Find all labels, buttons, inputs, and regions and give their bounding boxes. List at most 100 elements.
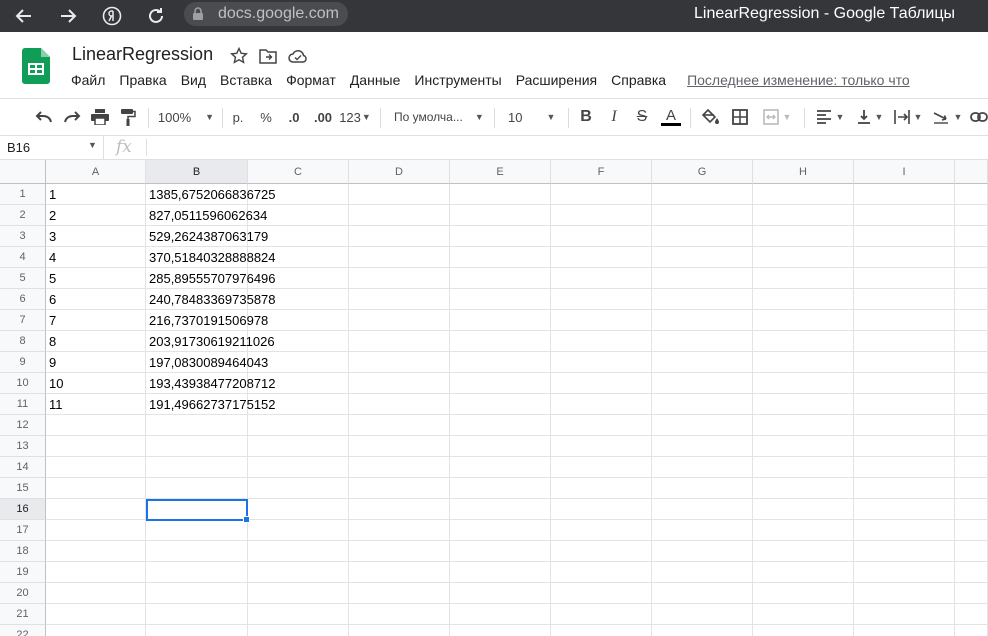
- cell-a14[interactable]: [46, 457, 146, 478]
- column-header-a[interactable]: A: [46, 160, 146, 184]
- cell-e13[interactable]: [450, 436, 551, 457]
- cell-g10[interactable]: [652, 373, 753, 394]
- cell-g15[interactable]: [652, 478, 753, 499]
- cell-f13[interactable]: [551, 436, 652, 457]
- cell-g5[interactable]: [652, 268, 753, 289]
- cell-a17[interactable]: [46, 520, 146, 541]
- cell-h21[interactable]: [753, 604, 854, 625]
- text-rotation-button[interactable]: ▼: [930, 106, 964, 128]
- row-header[interactable]: 15: [0, 478, 46, 499]
- cell-f11[interactable]: [551, 394, 652, 415]
- cell-i17[interactable]: [854, 520, 955, 541]
- cell-e17[interactable]: [450, 520, 551, 541]
- borders-button[interactable]: [729, 106, 751, 128]
- cell-f17[interactable]: [551, 520, 652, 541]
- cell-b13[interactable]: [146, 436, 248, 457]
- cell-i21[interactable]: [854, 604, 955, 625]
- cell-h13[interactable]: [753, 436, 854, 457]
- cell-b5[interactable]: 285,89555707976496: [146, 268, 276, 289]
- cell-e5[interactable]: [450, 268, 551, 289]
- cell-f21[interactable]: [551, 604, 652, 625]
- cell-h1[interactable]: [753, 184, 854, 205]
- cell-partial[interactable]: [955, 352, 988, 373]
- cell-d5[interactable]: [349, 268, 450, 289]
- cell-h18[interactable]: [753, 541, 854, 562]
- cell-f9[interactable]: [551, 352, 652, 373]
- row-header[interactable]: 7: [0, 310, 46, 331]
- cell-partial[interactable]: [955, 436, 988, 457]
- column-header-i[interactable]: I: [854, 160, 955, 184]
- menu-file[interactable]: Файл: [64, 72, 112, 92]
- row-header[interactable]: 11: [0, 394, 46, 415]
- cell-a12[interactable]: [46, 415, 146, 436]
- menu-insert[interactable]: Вставка: [213, 72, 279, 92]
- row-header[interactable]: 22: [0, 625, 46, 636]
- cell-a13[interactable]: [46, 436, 146, 457]
- strikethrough-button[interactable]: S: [632, 106, 652, 128]
- cell-c6[interactable]: [248, 289, 349, 310]
- cell-d18[interactable]: [349, 541, 450, 562]
- cell-b10[interactable]: 193,43938477208712: [146, 373, 276, 394]
- cell-c13[interactable]: [248, 436, 349, 457]
- cell-h20[interactable]: [753, 583, 854, 604]
- cell-b8[interactable]: 203,91730619211026: [146, 331, 275, 352]
- cell-partial[interactable]: [955, 583, 988, 604]
- cell-i1[interactable]: [854, 184, 955, 205]
- row-header[interactable]: 12: [0, 415, 46, 436]
- cell-i7[interactable]: [854, 310, 955, 331]
- text-color-button[interactable]: A: [660, 106, 682, 128]
- cell-partial[interactable]: [955, 415, 988, 436]
- cell-g20[interactable]: [652, 583, 753, 604]
- cell-partial[interactable]: [955, 331, 988, 352]
- cell-d1[interactable]: [349, 184, 450, 205]
- cell-i14[interactable]: [854, 457, 955, 478]
- cell-h2[interactable]: [753, 205, 854, 226]
- cell-b6[interactable]: 240,78483369735878: [146, 289, 276, 310]
- cell-d9[interactable]: [349, 352, 450, 373]
- column-header-h[interactable]: H: [753, 160, 854, 184]
- fill-color-button[interactable]: [699, 106, 721, 128]
- cell-d7[interactable]: [349, 310, 450, 331]
- cell-c2[interactable]: [248, 205, 349, 226]
- address-bar[interactable]: docs.google.com: [184, 2, 348, 26]
- cell-f1[interactable]: [551, 184, 652, 205]
- cell-e6[interactable]: [450, 289, 551, 310]
- bold-button[interactable]: B: [576, 106, 596, 128]
- cell-e2[interactable]: [450, 205, 551, 226]
- cell-c11[interactable]: [248, 394, 349, 415]
- cell-f6[interactable]: [551, 289, 652, 310]
- cell-d14[interactable]: [349, 457, 450, 478]
- cell-partial[interactable]: [955, 226, 988, 247]
- cell-b1[interactable]: 1385,6752066836725: [146, 184, 276, 205]
- cell-h5[interactable]: [753, 268, 854, 289]
- row-header[interactable]: 5: [0, 268, 46, 289]
- cell-h12[interactable]: [753, 415, 854, 436]
- column-header-partial[interactable]: [955, 160, 988, 184]
- cell-f2[interactable]: [551, 205, 652, 226]
- cell-a22[interactable]: [46, 625, 146, 636]
- font-size-select[interactable]: 10 ▼: [508, 106, 562, 128]
- cell-a21[interactable]: [46, 604, 146, 625]
- row-header[interactable]: 20: [0, 583, 46, 604]
- cell-c18[interactable]: [248, 541, 349, 562]
- cell-d16[interactable]: [349, 499, 450, 520]
- cell-d21[interactable]: [349, 604, 450, 625]
- star-icon[interactable]: [229, 46, 249, 66]
- cell-g1[interactable]: [652, 184, 753, 205]
- cloud-saved-icon[interactable]: [288, 46, 308, 66]
- cell-h4[interactable]: [753, 247, 854, 268]
- cell-d10[interactable]: [349, 373, 450, 394]
- cell-g21[interactable]: [652, 604, 753, 625]
- cell-partial[interactable]: [955, 373, 988, 394]
- cell-f4[interactable]: [551, 247, 652, 268]
- cell-f12[interactable]: [551, 415, 652, 436]
- cell-h22[interactable]: [753, 625, 854, 636]
- cell-d6[interactable]: [349, 289, 450, 310]
- cell-e14[interactable]: [450, 457, 551, 478]
- column-header-d[interactable]: D: [349, 160, 450, 184]
- cell-f18[interactable]: [551, 541, 652, 562]
- text-wrap-button[interactable]: ▼: [891, 106, 925, 128]
- cell-f22[interactable]: [551, 625, 652, 636]
- cell-a19[interactable]: [46, 562, 146, 583]
- menu-tools[interactable]: Инструменты: [407, 72, 508, 92]
